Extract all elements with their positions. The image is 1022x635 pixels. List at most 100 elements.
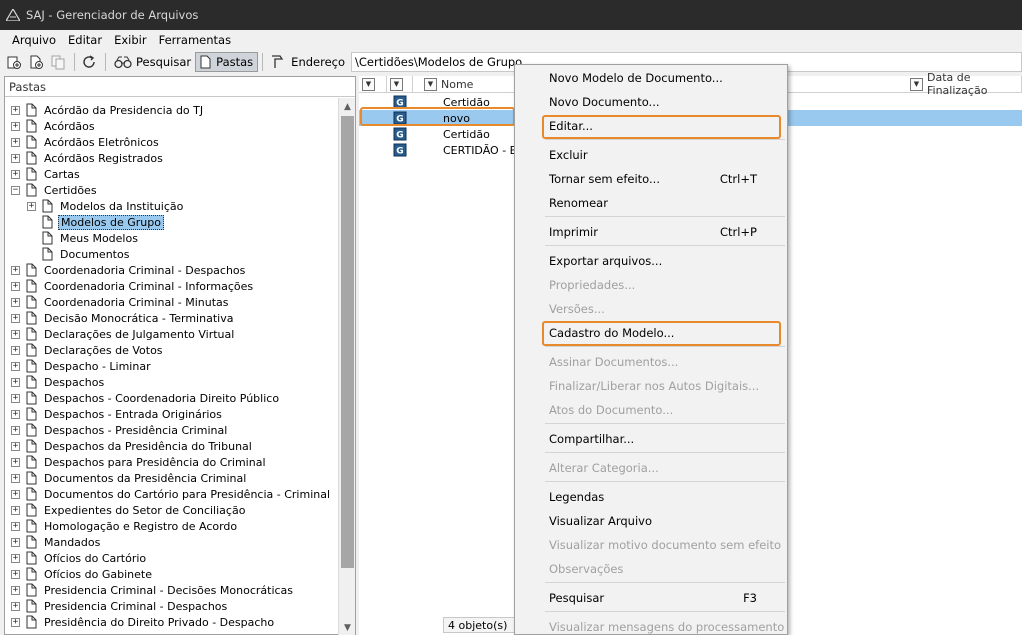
tree-item[interactable]: + Decisão Monocrática - Terminativa (11, 310, 235, 326)
expand-icon[interactable]: + (11, 281, 20, 291)
folder-tree-scrollbar[interactable]: ▲ ▼ (338, 98, 355, 635)
tree-item[interactable]: + Despachos para Presidência do Criminal (11, 454, 268, 470)
tree-item[interactable]: + Cartas (11, 166, 82, 182)
tree-item[interactable]: + Coordenadoria Criminal - Minutas (11, 294, 231, 310)
context-menu-item[interactable]: Renomear (515, 192, 787, 214)
menu-exibir[interactable]: Exibir (108, 33, 153, 47)
context-menu-item[interactable]: Excluir (515, 144, 787, 166)
context-menu-item[interactable]: Novo Modelo de Documento... (515, 67, 787, 89)
expand-icon[interactable]: + (11, 313, 20, 323)
menu-ferramentas[interactable]: Ferramentas (153, 33, 237, 47)
expand-icon[interactable]: + (11, 137, 20, 147)
filter-dropdown-icon[interactable]: ▼ (362, 77, 375, 91)
folder-document-icon (26, 471, 38, 485)
pastas-button[interactable]: Pastas (195, 52, 259, 72)
expand-icon[interactable]: + (11, 409, 20, 419)
filter-dropdown-icon[interactable]: ▼ (910, 77, 923, 91)
tree-item[interactable]: + Acórdãos Eletrônicos (11, 134, 161, 150)
column-filter-2[interactable]: ▼ (387, 76, 413, 93)
tree-item[interactable]: + Declarações de Votos (11, 342, 165, 358)
tree-item[interactable]: + Despachos - Presidência Criminal (11, 422, 229, 438)
expand-icon[interactable]: + (11, 345, 20, 355)
pesquisar-button[interactable]: Pesquisar (110, 52, 195, 72)
tree-item[interactable]: + Presidência do Direito Privado - Despac… (11, 614, 276, 630)
tree-item[interactable]: − Certidões (11, 182, 99, 198)
copy-icon[interactable] (48, 52, 68, 72)
tree-item[interactable]: + Presidencia Criminal - Despachos (11, 598, 229, 614)
tree-item[interactable]: + Declarações de Julgamento Virtual (11, 326, 236, 342)
tree-item[interactable]: Meus Modelos (27, 230, 140, 246)
expand-icon[interactable]: + (11, 361, 20, 371)
expand-icon[interactable]: + (11, 265, 20, 275)
expand-icon[interactable]: + (11, 585, 20, 595)
column-date-header[interactable]: ▼ Data de Finalização (905, 71, 1022, 97)
tree-item[interactable]: + Acórdão da Presidencia do TJ (11, 102, 205, 118)
tree-item[interactable]: + Homologação e Registro de Acordo (11, 518, 239, 534)
context-menu-item[interactable]: Visualizar Arquivo (515, 510, 787, 532)
expand-icon[interactable]: + (11, 617, 20, 627)
new-folder-icon[interactable] (4, 52, 24, 72)
tree-item[interactable]: + Ofícios do Gabinete (11, 566, 154, 582)
expand-icon[interactable]: + (27, 201, 36, 211)
folder-document-icon (26, 423, 38, 437)
scroll-up-icon[interactable]: ▲ (339, 98, 356, 115)
expand-icon[interactable]: + (11, 377, 20, 387)
scroll-down-icon[interactable]: ▼ (339, 619, 356, 635)
column-filter-1[interactable]: ▼ (359, 76, 387, 93)
tree-item[interactable]: + Documentos do Cartório para Presidência… (11, 486, 332, 502)
refresh-icon[interactable] (79, 52, 99, 72)
tree-item[interactable]: + Acórdãos (11, 118, 97, 134)
context-menu-item[interactable]: Exportar arquivos... (515, 250, 787, 272)
tree-item[interactable]: + Modelos da Instituição (27, 198, 185, 214)
tree-item[interactable]: + Ofícios do Cartório (11, 550, 148, 566)
context-menu-item[interactable]: Legendas (515, 486, 787, 508)
expand-icon[interactable]: + (11, 297, 20, 307)
tree-item[interactable]: + Acórdãos Registrados (11, 150, 165, 166)
new-document-icon[interactable] (26, 52, 46, 72)
filter-dropdown-icon[interactable]: ▼ (424, 77, 437, 91)
menu-arquivo[interactable]: Arquivo (6, 33, 62, 47)
expand-icon[interactable]: + (11, 521, 20, 531)
tree-item[interactable]: + Coordenadoria Criminal - Despachos (11, 262, 247, 278)
endereco-label: Endereço (291, 55, 346, 69)
tree-item-label: Ofícios do Cartório (44, 551, 147, 565)
expand-icon[interactable]: + (11, 169, 20, 179)
expand-icon[interactable]: + (11, 425, 20, 435)
menu-editar[interactable]: Editar (62, 33, 108, 47)
expand-icon[interactable]: + (11, 329, 20, 339)
context-menu-item[interactable]: Novo Documento... (515, 91, 787, 113)
context-menu-item[interactable]: Tornar sem efeito... Ctrl+T (515, 168, 787, 190)
tree-item[interactable]: Documentos (27, 246, 131, 262)
tree-item[interactable]: Modelos de Grupo (27, 214, 164, 230)
expand-icon[interactable]: + (11, 569, 20, 579)
tree-item[interactable]: + Despachos (11, 374, 106, 390)
tree-item[interactable]: + Despachos da Presidência do Tribunal (11, 438, 254, 454)
filter-dropdown-icon[interactable]: ▼ (390, 77, 403, 91)
expand-icon[interactable]: + (11, 153, 20, 163)
tree-item[interactable]: + Despachos - Coordenadoria Direito Públi… (11, 390, 281, 406)
tree-item[interactable]: + Mandados (11, 534, 102, 550)
tree-item[interactable]: + Documentos da Presidência Criminal (11, 470, 248, 486)
tree-item[interactable]: + Expedientes do Setor de Conciliação (11, 502, 247, 518)
scroll-thumb[interactable] (341, 116, 354, 568)
expand-icon[interactable]: + (11, 505, 20, 515)
expand-icon[interactable]: + (11, 489, 20, 499)
expand-icon[interactable]: + (11, 393, 20, 403)
tree-item[interactable]: + Coordenadoria Criminal - Informações (11, 278, 255, 294)
expand-icon[interactable]: + (11, 601, 20, 611)
expand-icon[interactable]: + (11, 441, 20, 451)
expand-icon[interactable]: + (11, 537, 20, 547)
tree-item[interactable]: + Presidencia Criminal - Decisões Monocrá… (11, 582, 295, 598)
expand-icon[interactable]: + (11, 473, 20, 483)
tree-item[interactable]: + Despacho - Liminar (11, 358, 153, 374)
expand-icon[interactable]: + (11, 121, 20, 131)
context-menu-item[interactable]: Compartilhar... (515, 428, 787, 450)
expand-icon[interactable]: + (11, 553, 20, 563)
context-menu-item[interactable]: Pesquisar F3 (515, 587, 787, 609)
collapse-icon[interactable]: − (11, 185, 20, 195)
folder-document-icon (26, 119, 38, 133)
expand-icon[interactable]: + (11, 457, 20, 467)
expand-icon[interactable]: + (11, 105, 20, 115)
tree-item[interactable]: + Despachos - Entrada Originários (11, 406, 224, 422)
context-menu-item[interactable]: Imprimir Ctrl+P (515, 221, 787, 243)
